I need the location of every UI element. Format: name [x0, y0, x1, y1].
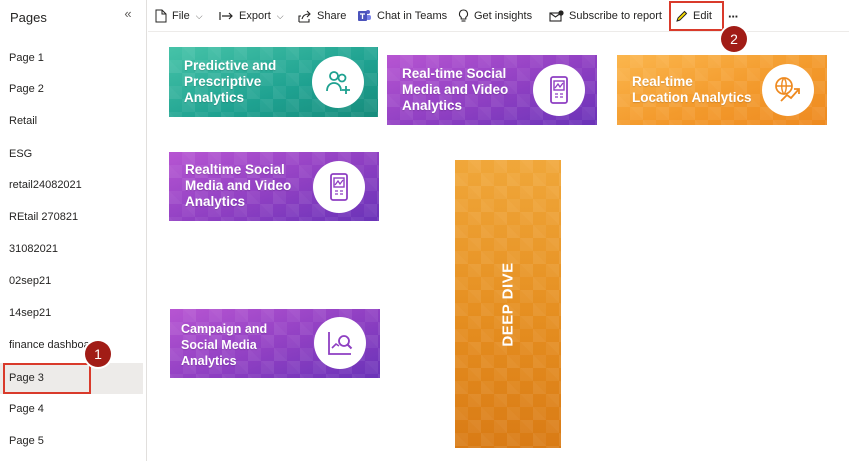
- tile-title: Predictive and Prescriptive Analytics: [184, 58, 276, 106]
- page-item-selected[interactable]: Page 3: [0, 363, 143, 394]
- tile-title-line: Predictive and: [184, 58, 277, 73]
- pages-pane-title: Pages: [10, 10, 47, 25]
- tile-title: Campaign and Social Media Analytics: [181, 321, 267, 369]
- globe-trend-icon: [762, 64, 814, 116]
- tile-title-line: Analytics: [185, 194, 246, 209]
- chevron-down-icon: ⌵: [276, 10, 284, 21]
- tile-title-line: Media and Video: [402, 82, 509, 97]
- chat-in-teams-button[interactable]: Chat in Teams: [357, 5, 447, 27]
- chart-search-icon: [314, 317, 366, 369]
- pages-pane-header: Pages «: [0, 0, 147, 36]
- tablet-chart-icon: [533, 64, 585, 116]
- get-insights-button[interactable]: Get insights: [458, 5, 532, 27]
- realtime-social-media-tile[interactable]: Real-time Social Media and Video Analyti…: [387, 55, 597, 125]
- export-label: Export: [239, 10, 271, 22]
- report-toolbar: File ⌵ Export ⌵ Share Chat in Teams Get …: [148, 0, 849, 32]
- insights-label: Get insights: [474, 10, 533, 22]
- step-badge-1: 1: [85, 341, 111, 367]
- file-icon: [155, 9, 167, 23]
- file-label: File: [172, 10, 190, 22]
- page-item[interactable]: Page 1: [0, 43, 143, 74]
- chat-label: Chat in Teams: [377, 10, 448, 22]
- tile-title-line: Media and Video: [185, 178, 292, 193]
- tile-title-line: Prescriptive: [184, 74, 262, 89]
- pages-pane: Pages « Page 1 Page 2 Retail ESG retail2…: [0, 0, 147, 461]
- page-item[interactable]: finance dashboard: [0, 330, 143, 361]
- teams-icon: [358, 10, 371, 21]
- page-item[interactable]: Retail: [0, 106, 143, 137]
- tile-title: Realtime Social Media and Video Analytic…: [185, 162, 291, 210]
- tile-title: Real-time Location Analytics: [632, 74, 752, 106]
- campaign-social-media-tile[interactable]: Campaign and Social Media Analytics: [170, 309, 380, 378]
- subscribe-label: Subscribe to report: [569, 10, 662, 22]
- tile-title-line: Location Analytics: [632, 90, 752, 105]
- tile-title-line: Analytics: [402, 98, 463, 113]
- share-button[interactable]: Share: [298, 5, 346, 27]
- chevron-down-icon: ⌵: [195, 10, 203, 21]
- page-item[interactable]: 14sep21: [0, 298, 143, 329]
- tile-title-line: Real-time: [632, 74, 693, 89]
- page-item[interactable]: Page 5: [0, 426, 143, 457]
- export-icon: [219, 12, 233, 20]
- tile-title-line: Realtime Social: [185, 162, 285, 177]
- tile-title-line: Campaign and: [181, 322, 268, 336]
- lightbulb-icon: [458, 9, 469, 22]
- pencil-icon: [676, 10, 688, 22]
- tile-title-line: Social Media: [181, 338, 257, 352]
- tablet-chart-icon: [313, 161, 365, 213]
- share-label: Share: [317, 10, 347, 22]
- users-add-icon: [312, 56, 364, 108]
- edit-button[interactable]: Edit: [675, 5, 712, 27]
- edit-label: Edit: [693, 10, 712, 22]
- file-menu-button[interactable]: File ⌵: [155, 5, 203, 27]
- more-options-button[interactable]: ···: [728, 5, 739, 27]
- tile-title-line: Real-time Social: [402, 66, 507, 81]
- subscribe-button[interactable]: Subscribe to report: [549, 5, 662, 27]
- tile-title-line: Analytics: [184, 90, 245, 105]
- step-badge-2: 2: [721, 26, 747, 52]
- double-chevron-left-icon[interactable]: «: [121, 6, 135, 22]
- deep-dive-label: DEEP DIVE: [499, 261, 517, 347]
- page-item[interactable]: ESG: [0, 139, 143, 170]
- export-menu-button[interactable]: Export ⌵: [219, 5, 284, 27]
- page-item[interactable]: REtail 270821: [0, 202, 143, 233]
- subscribe-mail-icon: [549, 9, 564, 22]
- tile-title: Real-time Social Media and Video Analyti…: [402, 66, 508, 114]
- report-view: Pages « Page 1 Page 2 Retail ESG retail2…: [0, 0, 849, 461]
- predictive-analytics-tile[interactable]: Predictive and Prescriptive Analytics: [169, 47, 378, 117]
- share-icon: [298, 10, 311, 23]
- realtime-location-analytics-tile[interactable]: Real-time Location Analytics: [617, 55, 827, 125]
- realtime-social-media-tile-2[interactable]: Realtime Social Media and Video Analytic…: [169, 152, 379, 221]
- page-item[interactable]: retail24082021: [0, 170, 143, 201]
- page-item[interactable]: 31082021: [0, 234, 143, 265]
- tile-title-line: Analytics: [181, 354, 237, 368]
- deep-dive-label-wrap: DEEP DIVE: [455, 160, 561, 448]
- page-item[interactable]: Page 4: [0, 394, 143, 425]
- page-item[interactable]: Page 2: [0, 74, 143, 105]
- page-item[interactable]: 02sep21: [0, 266, 143, 297]
- deep-dive-tile[interactable]: DEEP DIVE: [455, 160, 561, 448]
